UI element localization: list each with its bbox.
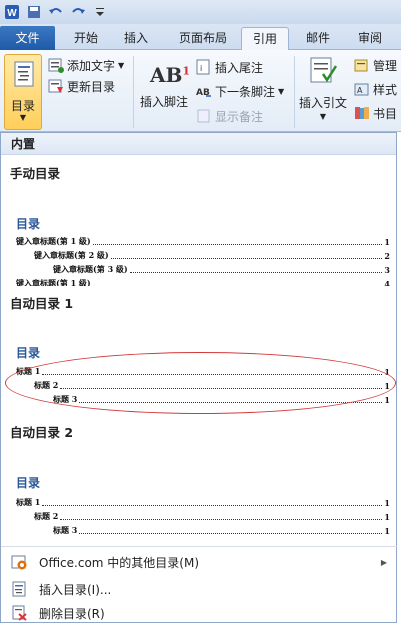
toc-preview-line: 标题 11 <box>16 366 390 377</box>
insert-endnote-icon: i <box>196 59 212 75</box>
toc-preview-line: 标题 31 <box>53 394 390 405</box>
redo-icon[interactable] <box>69 3 87 21</box>
toc-dropdown-panel: 内置 手动目录 目录 键入章标题(第 1 级) 1 键入章标题(第 2 级) 2 键… <box>0 132 397 623</box>
menu-item-label: 插入目录(I)... <box>39 582 112 597</box>
style-button[interactable]: A 样式 <box>354 80 397 98</box>
gallery-label: 自动目录 1 <box>10 296 74 311</box>
chevron-down-icon: ▼ <box>278 86 285 96</box>
toc-button-label: 目录 <box>10 99 35 113</box>
group-separator <box>294 56 295 128</box>
toc-preview-line: 键入章标题(第 1 级) 4 <box>16 278 390 286</box>
insert-footnote-button[interactable]: 插入脚注 <box>140 92 188 110</box>
chevron-down-icon: ▼ <box>19 113 27 122</box>
svg-text:A: A <box>357 86 363 95</box>
tab-file[interactable]: 文件 <box>0 26 55 50</box>
toc-preview-line: 键入章标题(第 3 级) 3 <box>53 264 390 275</box>
tab-insert[interactable]: 插入 <box>118 27 154 50</box>
show-notes-label: 显示备注 <box>215 109 264 124</box>
show-notes-button[interactable]: 显示备注 <box>196 107 263 125</box>
insert-endnote-button[interactable]: i 插入尾注 <box>196 58 263 76</box>
toc-preview-line: 键入章标题(第 2 级) 2 <box>34 250 390 261</box>
update-toc-label: 更新目录 <box>67 79 116 94</box>
menu-divider <box>1 546 397 547</box>
toc-icon <box>14 61 34 87</box>
toc-preview-clip: 键入章标题(第 1 级) 4 <box>1 277 397 286</box>
insert-citation-label: 插入引文 <box>298 96 347 110</box>
gallery-label: 自动目录 2 <box>10 425 74 440</box>
style-label: 样式 <box>373 82 398 97</box>
ribbon-tabs: 文件 开始 插入 页面布局 引用 邮件 审阅 <box>0 24 401 51</box>
more-toc-office-item[interactable]: Office.com 中的其他目录(M) ▶ <box>1 551 397 573</box>
customize-qat-icon[interactable] <box>91 3 109 21</box>
toc-preview-line: 标题 11 <box>16 497 390 508</box>
bibliography-label: 书目 <box>373 106 398 121</box>
quick-access-toolbar: W <box>0 0 401 24</box>
toc-button[interactable]: 目录 ▼ <box>4 54 42 130</box>
insert-toc-icon <box>11 581 27 597</box>
next-footnote-label: 下一条脚注 <box>215 84 276 99</box>
office-icon <box>11 554 27 570</box>
add-text-label: 添加文字 <box>67 58 116 73</box>
gallery-label: 手动目录 <box>10 166 61 181</box>
manage-sources-label: 管理 <box>373 58 398 73</box>
toc-preview-title: 目录 <box>16 476 41 490</box>
manage-sources-button[interactable]: 管理 <box>354 56 397 74</box>
ab-icon-superscript: 1 <box>182 64 191 78</box>
tab-mailings[interactable]: 邮件 <box>300 27 336 50</box>
tab-review[interactable]: 审阅 <box>350 27 390 50</box>
add-text-icon <box>48 57 64 73</box>
insert-citation-button[interactable]: 插入引文 ▼ <box>296 54 350 130</box>
next-footnote-button[interactable]: AB 下一条脚注 ▼ <box>196 82 284 100</box>
toc-preview-line: 标题 31 <box>53 525 390 536</box>
toc-preview-line: 标题 21 <box>34 511 390 522</box>
bibliography-icon <box>354 105 370 121</box>
chevron-down-icon: ▼ <box>319 112 327 121</box>
update-toc-button[interactable]: 更新目录 <box>48 77 115 95</box>
manage-sources-icon <box>354 57 370 73</box>
chevron-down-icon: ▼ <box>118 60 125 70</box>
delete-toc-item[interactable]: 删除目录(R) <box>1 602 397 623</box>
undo-icon[interactable] <box>47 3 65 21</box>
insert-footnote-icon[interactable]: AB1 <box>150 63 190 87</box>
show-notes-icon <box>196 108 212 124</box>
group-separator <box>133 56 134 128</box>
insert-citation-icon <box>310 57 337 83</box>
toc-preview-title: 目录 <box>16 217 41 231</box>
toc-gallery-item-auto-1[interactable]: 目录 标题 11 标题 21 标题 31 <box>1 313 397 418</box>
builtin-header: 内置 <box>1 133 396 155</box>
style-icon: A <box>354 81 370 97</box>
word-icon[interactable]: W <box>3 3 21 21</box>
tab-references[interactable]: 引用 <box>241 27 289 51</box>
ab-icon-text: AB <box>150 63 183 87</box>
toc-gallery-item-auto-2[interactable]: 目录 标题 11 标题 21 标题 31 <box>1 441 397 541</box>
insert-endnote-label: 插入尾注 <box>215 60 264 75</box>
tab-page-layout[interactable]: 页面布局 <box>168 27 238 50</box>
add-text-button[interactable]: 添加文字 ▼ <box>48 56 124 74</box>
toc-preview-line: 键入章标题(第 1 级) 1 <box>16 236 390 247</box>
next-footnote-icon: AB <box>196 83 212 99</box>
bibliography-button[interactable]: 书目 <box>354 104 397 122</box>
toc-preview-title: 目录 <box>16 346 41 360</box>
tab-home[interactable]: 开始 <box>66 27 106 50</box>
toc-preview-line: 标题 21 <box>34 380 390 391</box>
insert-footnote-label: 插入脚注 <box>140 94 189 109</box>
svg-text:i: i <box>200 64 202 73</box>
svg-text:W: W <box>7 8 17 19</box>
delete-toc-icon <box>11 605 27 621</box>
ribbon: 目录 ▼ 添加文字 ▼ 更新目录 AB1 插入脚注 i 插入尾注 AB 下一条脚… <box>0 50 401 132</box>
update-toc-icon <box>48 78 64 94</box>
save-icon[interactable] <box>25 3 43 21</box>
chevron-right-icon: ▶ <box>380 557 387 567</box>
menu-item-label: Office.com 中的其他目录(M) <box>39 555 200 570</box>
insert-toc-item[interactable]: 插入目录(I)... <box>1 578 397 600</box>
menu-item-label: 删除目录(R) <box>39 606 105 621</box>
toc-gallery-item-manual[interactable]: 目录 键入章标题(第 1 级) 1 键入章标题(第 2 级) 2 键入章标题(第 3… <box>1 181 397 286</box>
